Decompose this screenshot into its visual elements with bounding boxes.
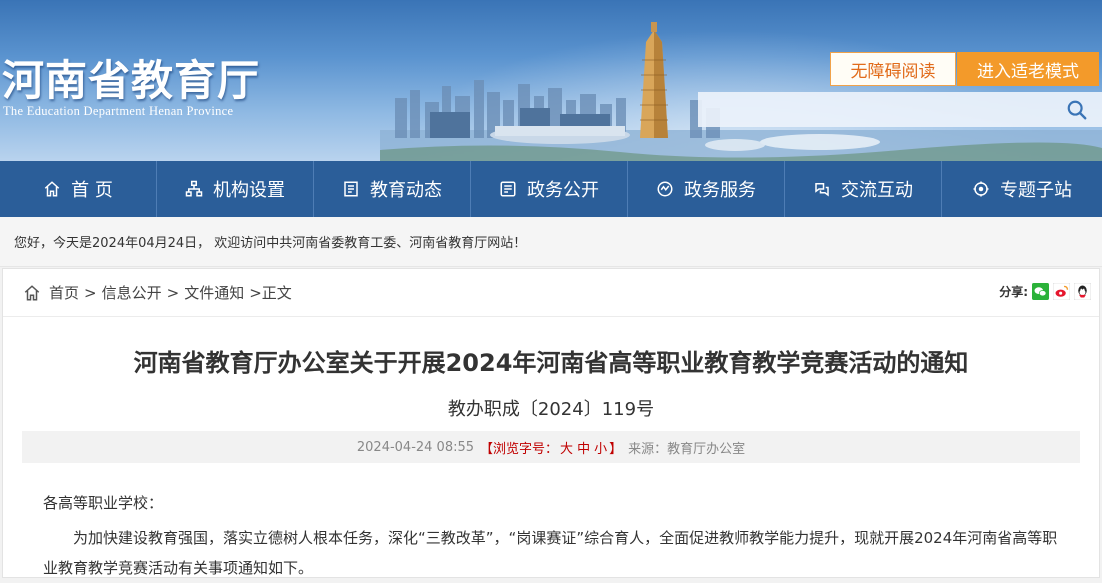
font-size-large[interactable]: 大 [560,442,573,457]
accessibility-reading-button[interactable]: 无障碍阅读 [830,52,956,86]
nav-item-label: 机构设置 [213,180,285,201]
welcome-bar: 您好，今天是2024年04月24日， 欢迎访问中共河南省委教育工委、河南省教育厅… [0,217,1102,267]
article-container: 首页 > 信息公开 > 文件通知 >正文 分享: 河南省教育厅办公室关于开展20… [2,268,1100,578]
elder-mode-button[interactable]: 进入适老模式 [957,52,1099,86]
article-body: 各高等职业学校： 为加快建设教育强国，落实立德树人根本任务，深化“三教改革”，“… [3,490,1099,583]
nav-item-service[interactable]: 政务服务 [628,161,785,217]
welcome-text: 您好，今天是2024年04月24日， 欢迎访问中共河南省委教育工委、河南省教育厅… [14,236,527,251]
font-size-bracket: 】 [609,441,623,457]
share-bar: 分享: [999,283,1091,300]
wechat-icon[interactable] [1032,283,1049,300]
service-icon [657,181,673,197]
search-icon[interactable] [1066,99,1088,121]
topic-icon [973,181,989,197]
nav-item-home[interactable]: 首 页 [0,161,157,217]
font-size-medium[interactable]: 中 [577,442,590,457]
share-label: 分享: [999,285,1028,299]
tower [640,22,668,138]
interact-icon [815,183,829,197]
breadcrumb-file-notice[interactable]: 文件通知 [184,282,244,303]
breadcrumb-separator: > [166,283,180,302]
main-nav: 首 页 机构设置 教育动态 政务公开 政务服务 交流互动 专题子站 [0,161,1102,217]
nav-item-label: 教育动态 [370,180,442,201]
breadcrumb: 首页 > 信息公开 > 文件通知 >正文 [3,269,1099,317]
header-banner: 河南省教育厅 The Education Department Henan Pr… [0,0,1102,161]
breadcrumb-home[interactable]: 首页 [49,282,79,303]
search-box [698,92,1102,127]
gov-open-icon [500,181,516,197]
nav-item-news[interactable]: 教育动态 [314,161,471,217]
home-icon [44,181,60,197]
breadcrumb-info-open[interactable]: 信息公开 [102,282,162,303]
nav-item-topic[interactable]: 专题子站 [942,161,1102,217]
breadcrumb-current: >正文 [249,284,292,302]
home-icon [24,284,40,300]
nav-item-label: 专题子站 [1000,180,1072,201]
nav-item-organization[interactable]: 机构设置 [157,161,314,217]
publish-date: 2024-04-24 08:55 [356,439,475,455]
site-logo-title[interactable]: 河南省教育厅 [2,47,260,108]
nav-item-label: 首 页 [71,180,113,201]
nav-item-label: 政务公开 [527,180,599,201]
font-size-selector: 【浏览字号：大中小】 [480,438,622,457]
org-icon [185,180,203,197]
breadcrumb-separator: > [84,283,97,302]
font-size-label: 【浏览字号： [480,441,559,457]
nav-item-label: 交流互动 [841,180,913,201]
nav-item-interact[interactable]: 交流互动 [785,161,942,217]
nav-item-gov-open[interactable]: 政务公开 [471,161,628,217]
nav-item-label: 政务服务 [684,180,756,201]
site-logo-subtitle: The Education Department Henan Province [3,104,234,118]
news-icon [344,181,358,197]
weibo-icon[interactable] [1053,283,1070,300]
article-source: 来源：教育厅办公室 [628,441,746,457]
article-meta: 2024-04-24 08:55 【浏览字号：大中小】 来源：教育厅办公室 [22,431,1080,463]
article-title: 河南省教育厅办公室关于开展2024年河南省高等职业教育教学竞赛活动的通知 [133,349,969,377]
search-input[interactable] [698,92,1048,127]
document-number: 教办职成〔2024〕119号 [447,399,655,420]
article-paragraph: 为加快建设教育强国，落实立德树人根本任务，深化“三教改革”，“岗课赛证”综合育人… [43,529,1058,577]
article-salutation: 各高等职业学校： [43,494,164,512]
font-size-small[interactable]: 小 [594,442,607,457]
qq-icon[interactable] [1074,283,1091,300]
